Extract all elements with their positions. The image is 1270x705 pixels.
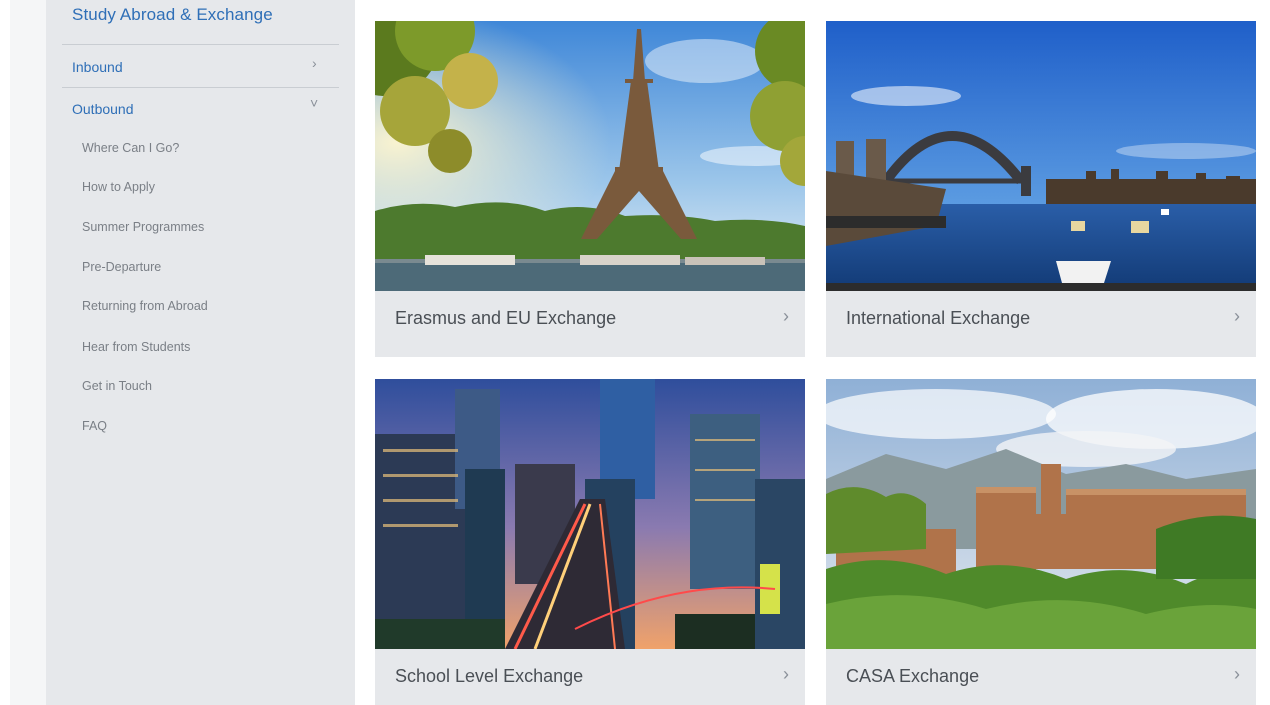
sidebar-divider bbox=[62, 87, 339, 88]
page-margin bbox=[0, 0, 10, 705]
sidebar-divider bbox=[62, 44, 339, 45]
sidebar-subitem-get-in-touch[interactable]: Get in Touch bbox=[82, 379, 152, 393]
sydney-harbour-photo bbox=[826, 21, 1256, 291]
sidebar-subitem-returning-from-abroad[interactable]: Returning from Abroad bbox=[82, 299, 208, 313]
card-international-exchange[interactable]: International Exchange › bbox=[826, 21, 1256, 357]
sidebar-title[interactable]: Study Abroad & Exchange bbox=[72, 5, 273, 25]
sidebar-subitem-pre-departure[interactable]: Pre-Departure bbox=[82, 260, 161, 274]
alhambra-photo bbox=[826, 379, 1256, 649]
card-image-alhambra[interactable] bbox=[826, 379, 1256, 649]
sidebar-subitem-where-can-i-go[interactable]: Where Can I Go? bbox=[82, 141, 179, 155]
city-night-photo bbox=[375, 379, 805, 649]
card-title: International Exchange bbox=[846, 308, 1031, 328]
chevron-right-icon: › bbox=[783, 306, 789, 326]
card-casa-exchange[interactable]: CASA Exchange › bbox=[826, 379, 1256, 705]
sidebar-subitem-faq[interactable]: FAQ bbox=[82, 419, 107, 433]
left-strip bbox=[10, 0, 46, 705]
card-title: Erasmus and EU Exchange bbox=[395, 308, 617, 328]
sidebar-subitem-hear-from-students[interactable]: Hear from Students bbox=[82, 340, 190, 354]
card-image-sydney[interactable] bbox=[826, 21, 1256, 291]
sidebar-subitem-summer-programmes[interactable]: Summer Programmes bbox=[82, 220, 204, 234]
card-title: CASA Exchange bbox=[846, 666, 980, 686]
card-school-level-exchange[interactable]: School Level Exchange › bbox=[375, 379, 805, 705]
card-image-paris[interactable] bbox=[375, 21, 805, 291]
chevron-right-icon[interactable]: › bbox=[312, 55, 317, 71]
card-erasmus-eu-exchange[interactable]: Erasmus and EU Exchange › bbox=[375, 21, 805, 357]
eiffel-tower-photo bbox=[375, 21, 805, 291]
card-title: School Level Exchange bbox=[395, 666, 584, 686]
chevron-right-icon: › bbox=[783, 664, 789, 684]
chevron-right-icon: › bbox=[1234, 306, 1240, 326]
sidebar-nav: Study Abroad & Exchange Inbound › Outbou… bbox=[46, 0, 355, 705]
sidebar-item-label: Outbound bbox=[72, 101, 134, 117]
sidebar-item-label: Inbound bbox=[72, 59, 123, 75]
chevron-down-icon[interactable]: ˅ bbox=[310, 95, 318, 111]
chevron-right-icon: › bbox=[1234, 664, 1240, 684]
card-image-seoul[interactable] bbox=[375, 379, 805, 649]
sidebar-subitem-how-to-apply[interactable]: How to Apply bbox=[82, 180, 155, 194]
